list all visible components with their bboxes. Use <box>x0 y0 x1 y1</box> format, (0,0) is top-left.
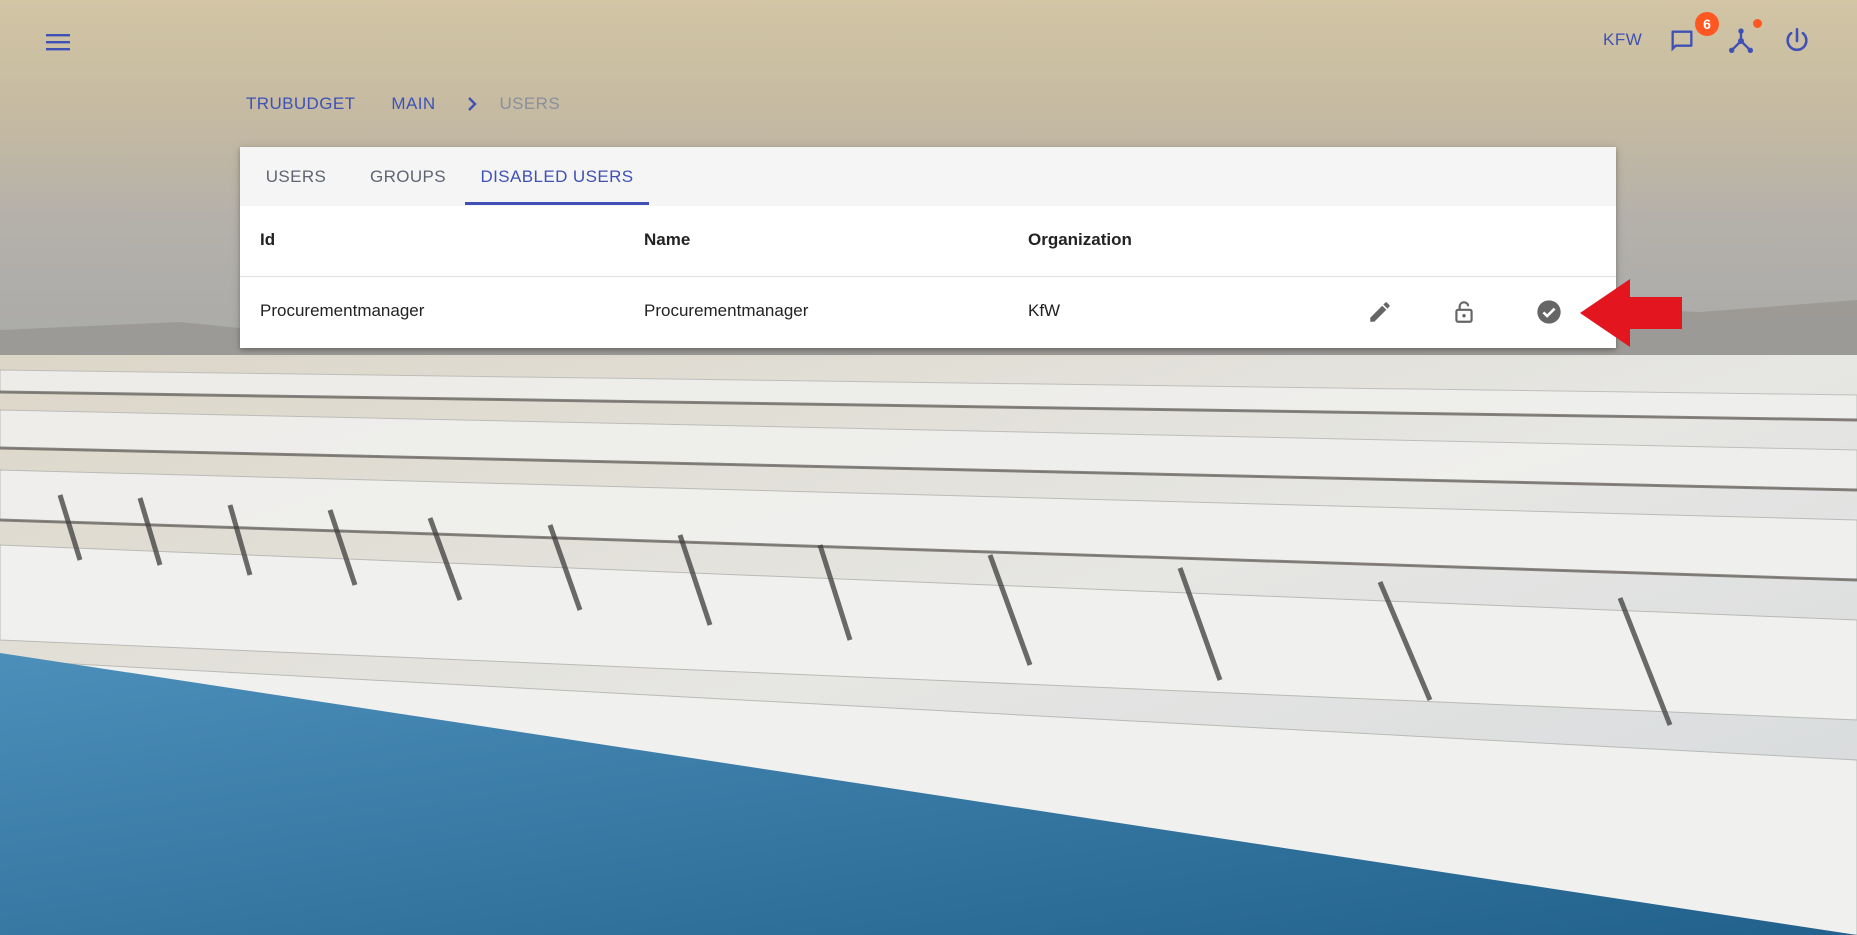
unlock-icon <box>1455 301 1473 323</box>
column-header-name: Name <box>644 230 691 249</box>
edit-icon <box>1370 302 1390 322</box>
breadcrumb: TRUBUDGET MAIN USERS <box>246 92 560 116</box>
power-icon <box>1786 28 1808 52</box>
organization-label: KFW <box>1603 30 1643 49</box>
tab-groups[interactable]: GROUPS <box>352 147 464 206</box>
background-image <box>0 0 1857 935</box>
reset-password-button[interactable] <box>1444 292 1484 332</box>
cell-name: Procurementmanager <box>644 301 809 320</box>
table-header: Id Name Organization <box>240 206 1616 277</box>
active-tab-indicator <box>465 202 649 205</box>
cell-organization: KfW <box>1028 301 1061 320</box>
annotation-arrow-icon <box>1580 279 1682 347</box>
column-header-id: Id <box>260 230 276 249</box>
tab-disabled-users[interactable]: DISABLED USERS <box>465 147 649 206</box>
menu-icon <box>46 34 70 51</box>
network-status-dot <box>1753 19 1762 28</box>
chevron-right-icon <box>466 96 478 112</box>
notification-count-badge: 6 <box>1695 12 1719 36</box>
cell-id: Procurementmanager <box>260 301 425 320</box>
network-icon <box>1728 28 1754 54</box>
breadcrumb-main[interactable]: MAIN <box>391 94 435 114</box>
breadcrumb-users: USERS <box>499 94 561 113</box>
tab-bar: USERS GROUPS DISABLED USERS <box>240 147 1616 206</box>
column-header-organization: Organization <box>1028 230 1132 249</box>
edit-user-button[interactable] <box>1360 292 1400 332</box>
menu-button[interactable] <box>40 24 76 60</box>
page: KFW 6 TRUBUDGET MAIN USERS USERS GROUPS … <box>0 0 1857 935</box>
tab-users[interactable]: USERS <box>240 147 352 206</box>
table-row: Procurementmanager Procurementmanager Kf… <box>240 277 1616 348</box>
check-circle-icon <box>1537 300 1561 324</box>
logout-button[interactable] <box>1777 21 1817 61</box>
chat-bubble-icon <box>1671 30 1693 52</box>
users-card: USERS GROUPS DISABLED USERS Id Name Orga… <box>240 147 1616 348</box>
breadcrumb-trubudget[interactable]: TRUBUDGET <box>246 94 355 114</box>
enable-user-button[interactable] <box>1529 292 1569 332</box>
